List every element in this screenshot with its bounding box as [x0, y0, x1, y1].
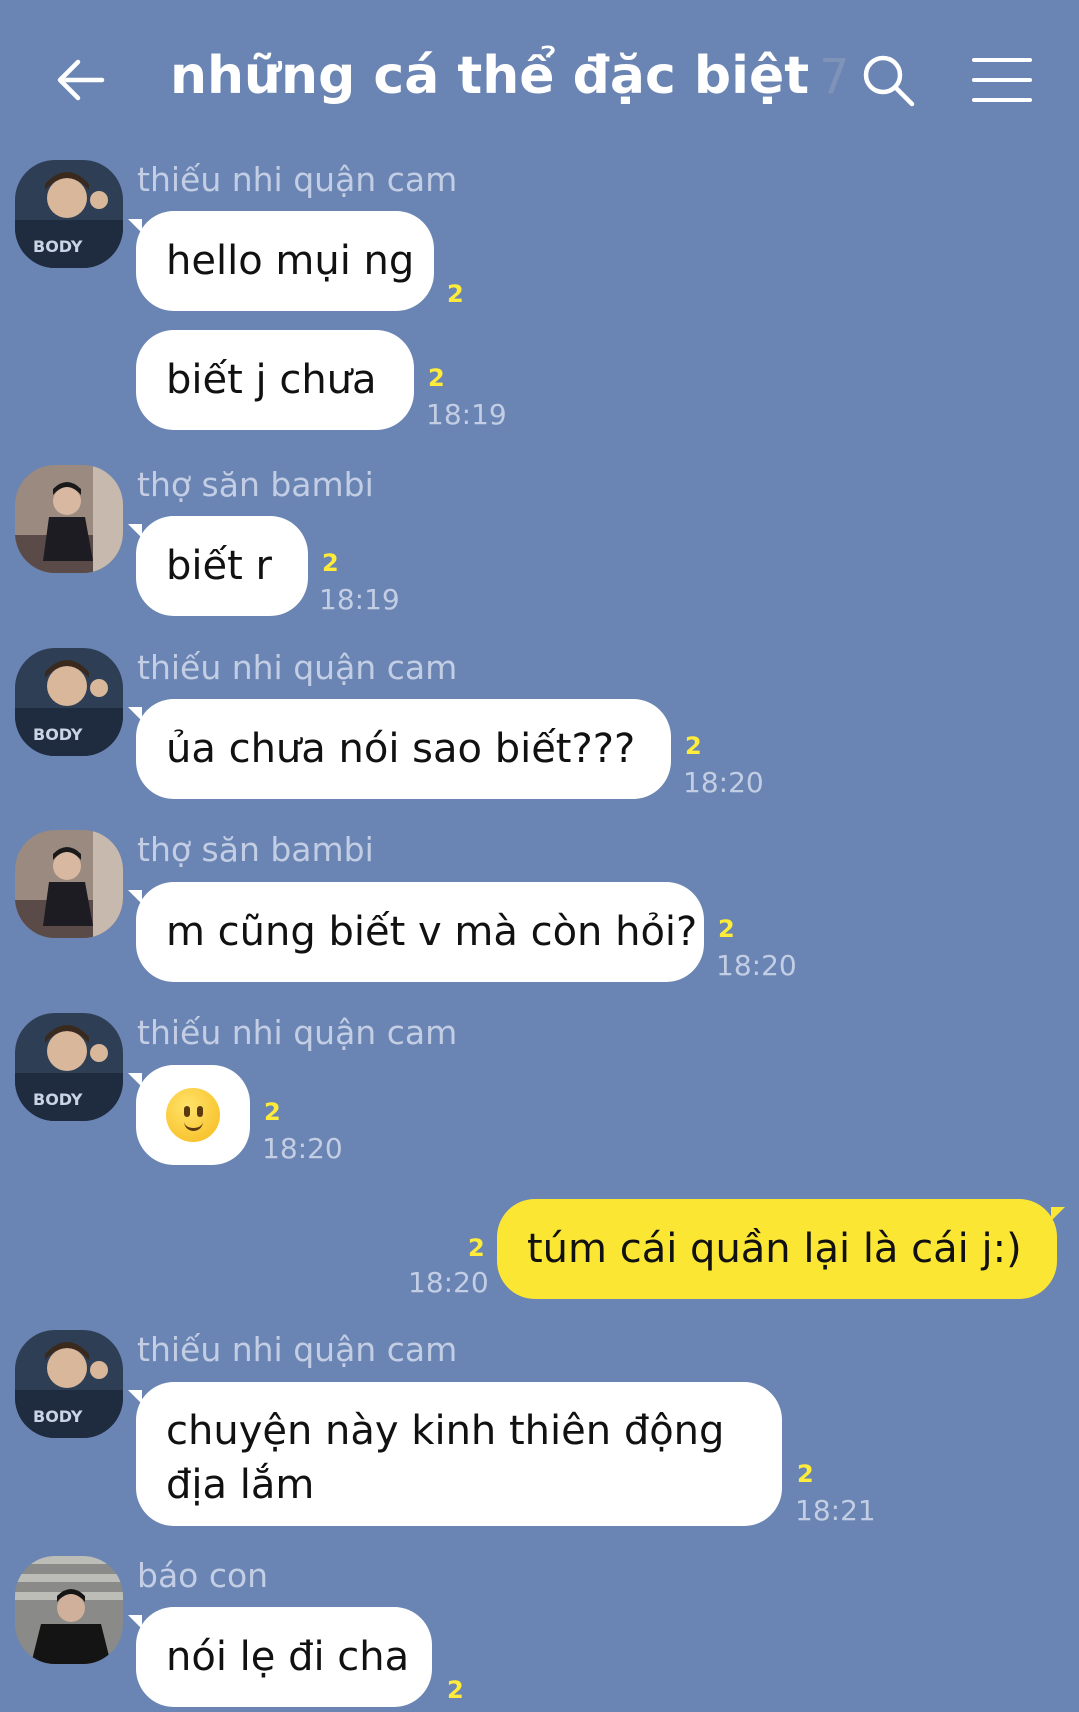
sender-name: thiếu nhi quận cam: [137, 648, 458, 687]
sender-name: thiếu nhi quận cam: [137, 160, 458, 199]
hamburger-menu-icon[interactable]: [972, 56, 1032, 104]
read-count: 2: [447, 280, 464, 308]
svg-text:BODY: BODY: [33, 237, 83, 256]
message-text: túm cái quần lại là cái j:): [527, 1226, 1022, 1272]
read-count: 2: [797, 1460, 814, 1488]
message-text-line: địa lắm: [166, 1462, 315, 1508]
avatar[interactable]: BODY: [15, 648, 123, 756]
message-bubble[interactable]: biết r: [128, 516, 308, 616]
message-text: ủa chưa nói sao biết???: [166, 726, 636, 772]
message-text: m cũng biết v mà còn hỏi?: [166, 909, 698, 955]
avatar[interactable]: [15, 830, 123, 938]
svg-text:BODY: BODY: [33, 1090, 83, 1109]
read-count: 2: [468, 1234, 485, 1262]
avatar[interactable]: [15, 465, 123, 573]
message-bubble[interactable]: biết j chưa: [136, 330, 414, 430]
avatar[interactable]: BODY: [15, 160, 123, 268]
search-icon[interactable]: [860, 52, 916, 108]
message-time: 18:20: [683, 766, 764, 799]
avatar[interactable]: BODY: [15, 1330, 123, 1438]
read-count: 2: [718, 915, 735, 943]
message-bubble[interactable]: chuyện này kinh thiên động địa lắm: [128, 1382, 782, 1526]
member-count: 7: [819, 49, 850, 105]
slightly-smiling-face-icon: [166, 1088, 220, 1142]
message-time: 18:19: [319, 583, 400, 616]
read-count: 2: [447, 1676, 464, 1704]
message-bubble[interactable]: hello mụi ng: [128, 211, 434, 311]
message-time: 18:20: [716, 949, 797, 982]
svg-text:BODY: BODY: [33, 725, 83, 744]
sender-name: thiếu nhi quận cam: [137, 1013, 458, 1052]
svg-text:BODY: BODY: [33, 1407, 83, 1426]
message-text: biết j chưa: [166, 357, 377, 403]
message-bubble[interactable]: m cũng biết v mà còn hỏi?: [128, 882, 704, 982]
message-text: nói lẹ đi cha: [166, 1634, 410, 1680]
read-count: 2: [322, 549, 339, 577]
message-text: biết r: [166, 543, 272, 589]
read-count: 2: [685, 732, 702, 760]
avatar[interactable]: [15, 1556, 123, 1664]
avatar[interactable]: BODY: [15, 1013, 123, 1121]
message-bubble[interactable]: nói lẹ đi cha: [128, 1607, 432, 1707]
chat-header: những cá thể đặc biệt 7: [0, 0, 1079, 160]
sender-name: thợ săn bambi: [137, 830, 374, 869]
message-time: 18:20: [262, 1132, 343, 1165]
chat-title-text: những cá thể đặc biệt: [170, 46, 810, 106]
my-message-bubble[interactable]: túm cái quần lại là cái j:): [497, 1199, 1065, 1299]
arrow-left-icon[interactable]: [52, 52, 108, 108]
read-count: 2: [428, 364, 445, 392]
message-text-line: chuyện này kinh thiên động: [166, 1408, 725, 1454]
sender-name: báo con: [137, 1556, 269, 1595]
read-count: 2: [264, 1098, 281, 1126]
sender-name: thiếu nhi quận cam: [137, 1330, 458, 1369]
message-text: hello mụi ng: [166, 238, 415, 284]
message-bubble[interactable]: ủa chưa nói sao biết???: [128, 699, 671, 799]
message-time: 18:21: [795, 1494, 876, 1527]
message-bubble[interactable]: [128, 1065, 250, 1165]
chat-title: những cá thể đặc biệt 7: [170, 46, 850, 106]
message-time: 18:19: [426, 398, 507, 431]
sender-name: thợ săn bambi: [137, 465, 374, 504]
message-time: 18:20: [408, 1266, 489, 1299]
